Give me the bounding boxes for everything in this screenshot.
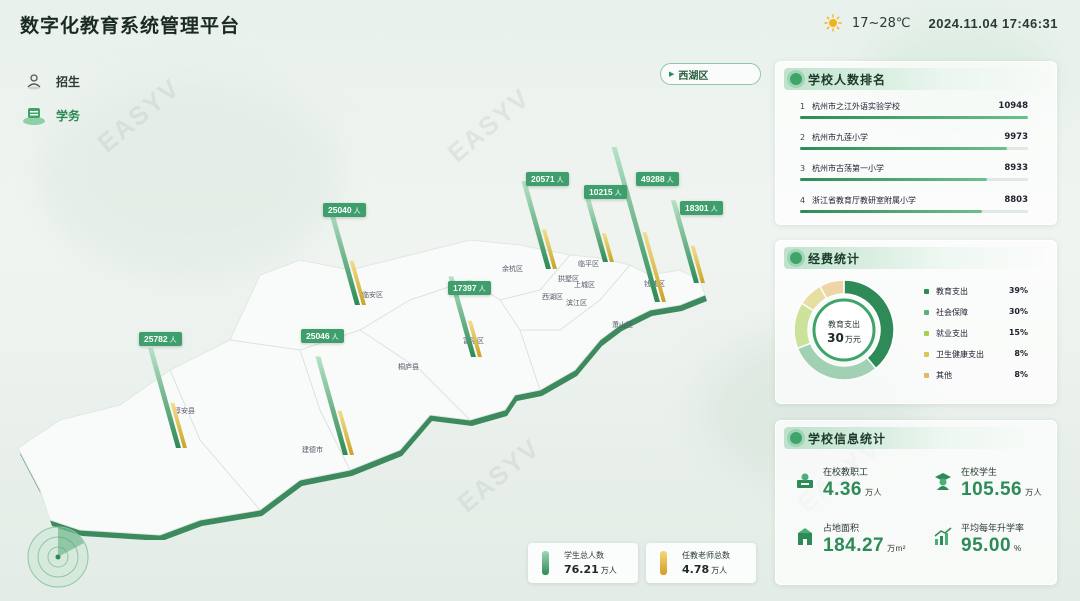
summary-teachers-value: 4.78 万人 bbox=[682, 563, 728, 576]
student-icon bbox=[935, 473, 951, 490]
map-marker-tag[interactable]: 18301 人 bbox=[680, 201, 723, 215]
district-label: 上城区 bbox=[574, 281, 595, 289]
side-nav: 招生 学务 bbox=[22, 66, 80, 134]
datetime: 2024.11.04 17:46:31 bbox=[928, 15, 1058, 31]
info-staff: 在校教职工 4.36 万人 bbox=[795, 465, 920, 511]
ranking-panel-header: 学校人数排名 bbox=[784, 68, 1048, 90]
chart-up-icon bbox=[934, 527, 952, 545]
nav-label-enrollment: 招生 bbox=[56, 74, 81, 89]
header: 数字化教育系统管理平台 17~28℃ 2024.11.04 17:46:31 bbox=[0, 0, 1080, 50]
info-area: 占地面积 184.27 万m² bbox=[795, 521, 920, 567]
legend-item: 就业支出 15% bbox=[924, 328, 1028, 342]
sun-icon bbox=[824, 14, 842, 32]
building-icon bbox=[798, 528, 812, 545]
temperature: 17~28℃ bbox=[851, 15, 911, 31]
school-info-panel-header: 学校信息统计 bbox=[784, 427, 1048, 449]
summary-students-card: 学生总人数 76.21 万人 bbox=[528, 543, 638, 583]
funding-panel-title: 经费统计 bbox=[808, 251, 861, 266]
summary-students-label: 学生总人数 bbox=[564, 551, 604, 560]
school-info-panel: 学校信息统计 在校教职工 4.36 万人 在校学生 105.56 万人 占地面积 1… bbox=[775, 420, 1057, 585]
nav-item-academic[interactable]: 学务 bbox=[22, 100, 80, 130]
legend-item: 其他 8% bbox=[924, 370, 1028, 384]
legend-item: 卫生健康支出 8% bbox=[924, 349, 1028, 363]
map-marker-tag[interactable]: 20571 人 bbox=[526, 172, 569, 186]
funding-panel: 经费统计 教育支出 30万元 教育支出 39% 社会保障 30% 就业支出 15% 卫… bbox=[775, 240, 1057, 404]
map-marker-tag[interactable]: 10215 人 bbox=[584, 185, 627, 199]
legend-item: 教育支出 39% bbox=[924, 286, 1028, 300]
map-marker-tag[interactable]: 49288 人 bbox=[636, 172, 679, 186]
ranking-panel: 学校人数排名 1 杭州市之江外语实验学校 10948 2 杭州市九莲小学 9973 3杭… bbox=[775, 61, 1057, 225]
panel-dot-icon bbox=[790, 432, 802, 444]
donut-inner-ring bbox=[812, 298, 876, 362]
stack-icon bbox=[22, 103, 46, 127]
funding-panel-header: 经费统计 bbox=[784, 247, 1048, 269]
ranking-row[interactable]: 3 杭州市古荡第一小学 8933 bbox=[800, 163, 1028, 188]
triangle-icon: ▶ bbox=[669, 70, 675, 78]
green-bar-icon bbox=[542, 551, 549, 575]
donut-center-label: 教育支出 bbox=[828, 320, 860, 329]
district-label: 临平区 bbox=[578, 260, 599, 268]
district-selector[interactable]: ▶ 西湖区 bbox=[660, 63, 761, 85]
district-label: 淳安县 bbox=[174, 407, 195, 415]
teacher-icon bbox=[797, 473, 813, 488]
district-label: 建德市 bbox=[302, 446, 323, 454]
gold-bar-icon bbox=[660, 551, 667, 575]
app-title: 数字化教育系统管理平台 bbox=[20, 15, 241, 37]
summary-teachers-card: 任教老师总数 4.78 万人 bbox=[646, 543, 756, 583]
panel-dot-icon bbox=[790, 73, 802, 85]
district-label: 临安区 bbox=[362, 291, 383, 299]
ranking-panel-title: 学校人数排名 bbox=[808, 72, 887, 87]
summary-teachers-label: 任教老师总数 bbox=[682, 551, 730, 560]
watermark: EASYV bbox=[441, 82, 536, 169]
map-marker-tag[interactable]: 25046 人 bbox=[301, 329, 344, 343]
legend-item: 社会保障 30% bbox=[924, 307, 1028, 321]
ranking-row[interactable]: 2 杭州市九莲小学 9973 bbox=[800, 132, 1028, 157]
district-label: 西湖区 bbox=[542, 293, 563, 301]
ranking-row[interactable]: 4 浙江省教育厅教研室附属小学 8803 bbox=[800, 195, 1028, 220]
map-marker-tag[interactable]: 17397 人 bbox=[448, 281, 491, 295]
hangzhou-map bbox=[17, 239, 707, 540]
panel-dot-icon bbox=[790, 252, 802, 264]
person-icon bbox=[22, 69, 46, 93]
info-rate: 平均每年升学率 95.00% bbox=[933, 521, 1058, 567]
donut-center-value: 30万元 bbox=[827, 331, 861, 345]
district-selector-value: 西湖区 bbox=[678, 70, 709, 82]
district-label: 桐庐县 bbox=[398, 363, 419, 371]
compass-radar-icon[interactable] bbox=[26, 525, 90, 589]
school-info-panel-title: 学校信息统计 bbox=[808, 431, 887, 446]
summary-students-value: 76.21 万人 bbox=[564, 563, 617, 576]
info-students: 在校学生 105.56 万人 bbox=[933, 465, 1058, 511]
nav-item-enrollment[interactable]: 招生 bbox=[22, 66, 80, 96]
header-status: 17~28℃ 2024.11.04 17:46:31 bbox=[824, 14, 1058, 32]
district-label: 钱塘区 bbox=[644, 280, 665, 288]
funding-donut-chart bbox=[793, 279, 895, 381]
map-marker-tag[interactable]: 25040 人 bbox=[323, 203, 366, 217]
ranking-row[interactable]: 1 杭州市之江外语实验学校 10948 bbox=[800, 101, 1028, 126]
district-label: 萧山区 bbox=[612, 321, 633, 329]
nav-label-academic: 学务 bbox=[56, 108, 81, 123]
map-marker-tag[interactable]: 25782 人 bbox=[139, 332, 182, 346]
district-label: 滨江区 bbox=[566, 299, 587, 307]
district-label: 富阳区 bbox=[463, 337, 484, 345]
district-label: 余杭区 bbox=[502, 265, 523, 273]
